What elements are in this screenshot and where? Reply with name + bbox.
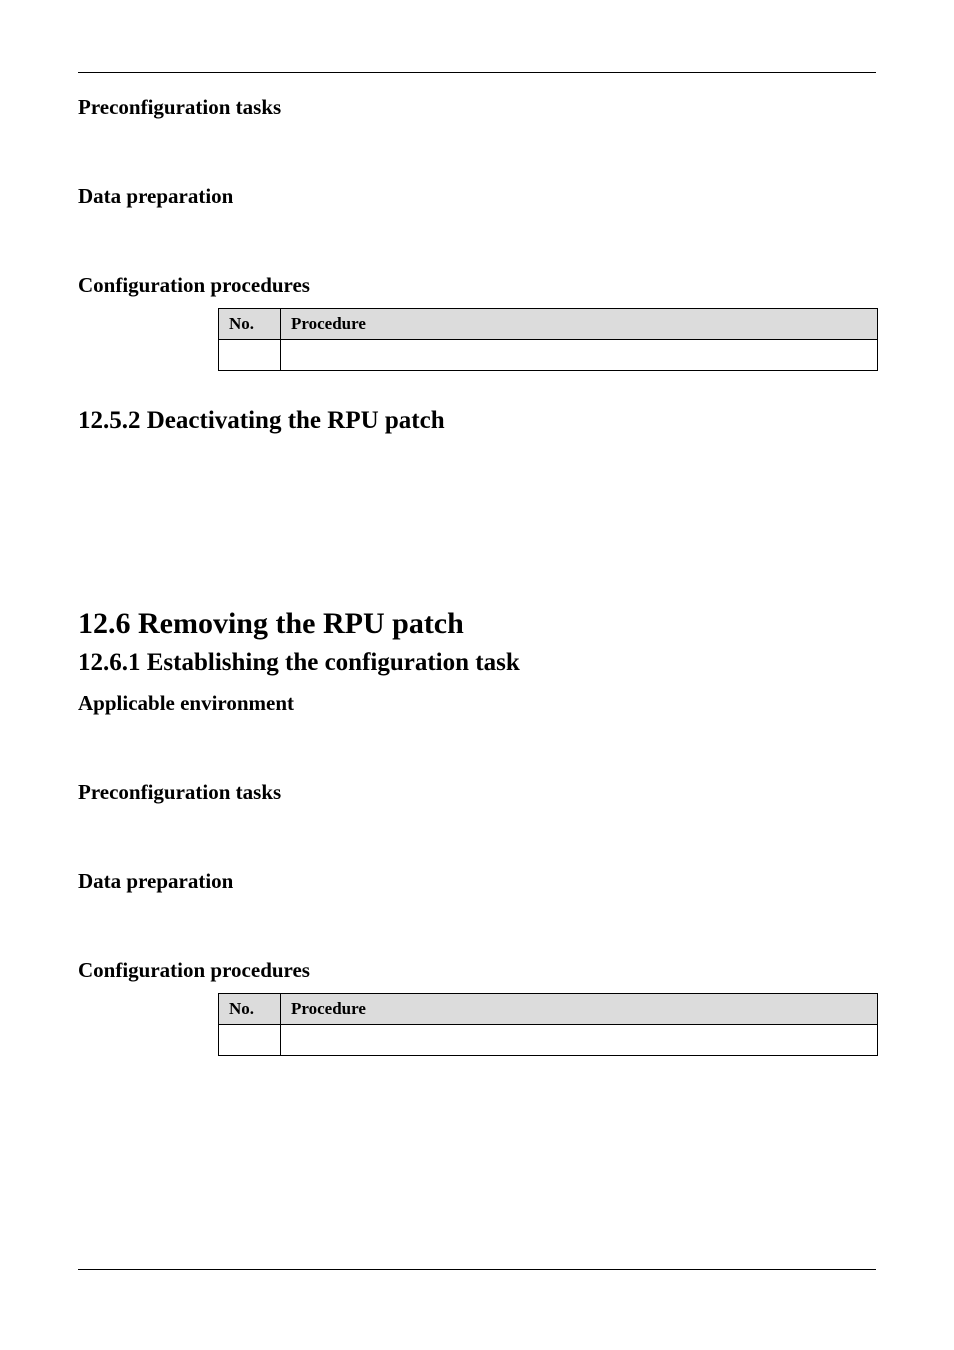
heading-applicable-environment: Applicable environment [78, 691, 876, 716]
page-container: Preconfiguration tasks Data preparation … [0, 0, 954, 1350]
table-header-row: No. Procedure [219, 309, 878, 340]
table-row [219, 1025, 878, 1056]
col-header-no: No. [219, 994, 281, 1025]
col-header-procedure: Procedure [281, 994, 878, 1025]
table-header-row: No. Procedure [219, 994, 878, 1025]
heading-data-preparation-2: Data preparation [78, 869, 876, 894]
procedure-table-a: No. Procedure [218, 308, 876, 371]
cell-procedure [281, 340, 878, 371]
heading-preconfiguration-tasks-2: Preconfiguration tasks [78, 780, 876, 805]
heading-data-preparation: Data preparation [78, 184, 876, 209]
cell-no [219, 1025, 281, 1056]
heading-removing-rpu-patch: 12.6 Removing the RPU patch [78, 607, 876, 641]
footer-rule [78, 1269, 876, 1270]
heading-establishing-configuration-task: 12.6.1 Establishing the configuration ta… [78, 649, 876, 677]
heading-preconfiguration-tasks: Preconfiguration tasks [78, 95, 876, 120]
heading-configuration-procedures-2: Configuration procedures [78, 958, 876, 983]
heading-configuration-procedures: Configuration procedures [78, 273, 876, 298]
cell-procedure [281, 1025, 878, 1056]
cell-no [219, 340, 281, 371]
header-rule [78, 72, 876, 73]
col-header-no: No. [219, 309, 281, 340]
heading-deactivating-rpu-patch: 12.5.2 Deactivating the RPU patch [78, 407, 876, 435]
procedure-table-b: No. Procedure [218, 993, 876, 1056]
table-row [219, 340, 878, 371]
col-header-procedure: Procedure [281, 309, 878, 340]
